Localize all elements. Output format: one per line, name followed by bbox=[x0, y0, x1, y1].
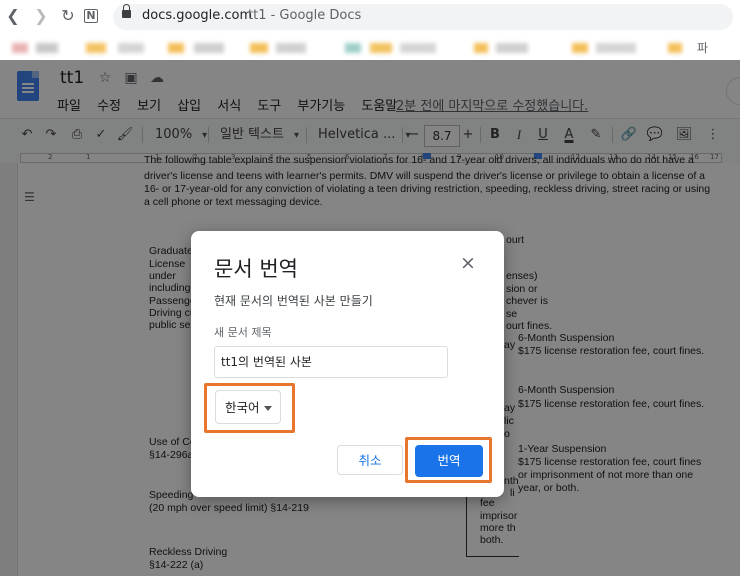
bookmark-item[interactable] bbox=[370, 43, 392, 53]
bookmark-item[interactable] bbox=[496, 43, 528, 53]
bookmark-item[interactable] bbox=[572, 43, 588, 53]
forward-icon[interactable]: ❯ bbox=[31, 6, 51, 26]
notion-icon[interactable]: N bbox=[84, 9, 98, 23]
bookmark-item[interactable] bbox=[118, 43, 144, 53]
cancel-button[interactable]: 취소 bbox=[337, 445, 403, 475]
bookmarks-bar: 파 bbox=[0, 34, 740, 61]
new-title-label: 새 문서 제목 bbox=[214, 326, 272, 339]
bookmark-item[interactable] bbox=[250, 43, 268, 53]
lock-icon bbox=[122, 4, 131, 18]
bookmark-item[interactable] bbox=[194, 43, 224, 53]
bookmark-item[interactable] bbox=[668, 43, 682, 53]
close-icon[interactable]: × bbox=[458, 253, 478, 273]
bookmark-item[interactable] bbox=[276, 43, 306, 53]
bookmark-item[interactable] bbox=[36, 43, 58, 53]
address-bar[interactable]: docs.google.com tt1 - Google Docs bbox=[113, 4, 733, 30]
address-domain: docs.google.com bbox=[142, 8, 253, 23]
bookmark-item[interactable] bbox=[12, 43, 28, 53]
address-page-title: tt1 - Google Docs bbox=[248, 8, 362, 23]
new-title-input[interactable]: tt1의 번역된 사본 bbox=[214, 346, 448, 378]
bookmark-item[interactable] bbox=[86, 43, 106, 53]
bookmark-item[interactable] bbox=[345, 43, 361, 53]
back-icon[interactable]: ❮ bbox=[3, 6, 23, 26]
dialog-subtitle: 현재 문서의 번역된 사본 만들기 bbox=[214, 294, 373, 308]
dialog-title: 문서 번역 bbox=[214, 257, 298, 281]
bookmark-trail-text: 파 bbox=[697, 41, 709, 55]
bookmark-item[interactable] bbox=[474, 43, 488, 53]
bookmark-item[interactable] bbox=[400, 43, 436, 53]
language-select-highlight bbox=[204, 383, 295, 433]
reload-icon[interactable]: ↻ bbox=[58, 6, 78, 26]
bookmark-item[interactable] bbox=[596, 43, 636, 53]
bookmark-item[interactable] bbox=[168, 43, 184, 53]
browser-bar: ❮ ❯ ↻ N docs.google.com tt1 - Google Doc… bbox=[0, 0, 740, 35]
translate-button-highlight bbox=[405, 437, 492, 483]
